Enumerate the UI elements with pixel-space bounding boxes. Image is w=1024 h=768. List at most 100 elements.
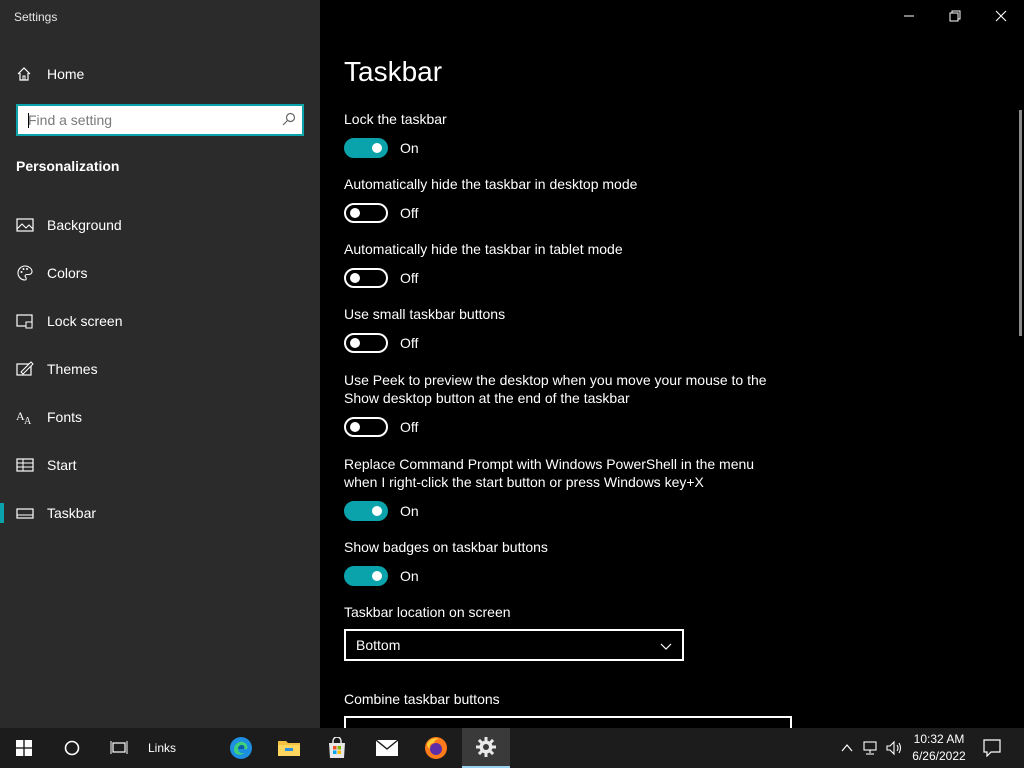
store-icon: [329, 737, 345, 758]
sidebar: Settings Home Personalization Background…: [0, 0, 320, 728]
home-label: Home: [47, 66, 85, 82]
taskbar-icon: [16, 504, 34, 522]
sidebar-item-start[interactable]: Start: [0, 445, 320, 485]
toggle-switch[interactable]: [344, 501, 388, 521]
setting-label: Show badges on taskbar buttons: [344, 539, 548, 555]
store-button[interactable]: [314, 728, 360, 768]
scrollbar[interactable]: [1019, 110, 1022, 336]
links-toolbar[interactable]: Links: [142, 728, 182, 768]
toggle-switch[interactable]: [344, 138, 388, 158]
toggle-state: Off: [400, 270, 419, 286]
lock-screen-icon: [16, 312, 34, 330]
toggle-switch[interactable]: [344, 333, 388, 353]
edge-button[interactable]: [218, 728, 264, 768]
sidebar-item-taskbar[interactable]: Taskbar: [0, 493, 320, 533]
restore-icon: [949, 10, 961, 22]
file-explorer-button[interactable]: [266, 728, 312, 768]
sidebar-item-fonts[interactable]: AA Fonts: [0, 397, 320, 437]
toggle-state: On: [400, 140, 419, 156]
combine-label: Combine taskbar buttons: [344, 691, 500, 707]
lock-taskbar-toggle[interactable]: On: [344, 137, 419, 159]
toggle-switch[interactable]: [344, 566, 388, 586]
setting-label: Use small taskbar buttons: [344, 306, 506, 322]
palette-icon: [16, 264, 34, 282]
chevron-down-icon: [660, 639, 672, 655]
sidebar-item-label: Lock screen: [47, 313, 123, 329]
firefox-button[interactable]: [413, 728, 459, 768]
sidebar-item-themes[interactable]: Themes: [0, 349, 320, 389]
mail-icon: [375, 739, 399, 756]
mail-button[interactable]: [364, 728, 410, 768]
badges-toggle[interactable]: On: [344, 565, 419, 587]
notification-icon: [983, 739, 1001, 757]
close-icon: [995, 10, 1007, 22]
svg-text:A: A: [24, 416, 32, 425]
location-label: Taskbar location on screen: [344, 604, 511, 620]
sidebar-item-lock-screen[interactable]: Lock screen: [0, 301, 320, 341]
peek-toggle[interactable]: Off: [344, 416, 418, 438]
show-hidden-icons-button[interactable]: [836, 728, 858, 768]
firefox-icon: [425, 737, 447, 759]
image-icon: [16, 216, 34, 234]
setting-label: Automatically hide the taskbar in deskto…: [344, 176, 638, 192]
search-icon[interactable]: [282, 112, 296, 131]
toggle-state: Off: [400, 205, 419, 221]
task-view-icon: [110, 741, 128, 754]
toggle-switch[interactable]: [344, 203, 388, 223]
toggle-switch[interactable]: [344, 417, 388, 437]
search-input[interactable]: [18, 106, 278, 134]
sidebar-item-label: Fonts: [47, 409, 83, 425]
section-title: Personalization: [16, 158, 120, 174]
network-icon: [863, 741, 877, 755]
powershell-toggle[interactable]: On: [344, 500, 419, 522]
sidebar-item-label: Background: [47, 217, 122, 233]
taskbar: Links 10:32 AM 6/26/2022: [0, 728, 1024, 768]
sidebar-item-colors[interactable]: Colors: [0, 253, 320, 293]
file-explorer-icon: [278, 741, 300, 756]
minimize-icon: [904, 15, 914, 17]
start-button[interactable]: [0, 728, 48, 768]
location-dropdown[interactable]: Bottom: [344, 629, 684, 661]
volume-button[interactable]: [884, 728, 906, 768]
sidebar-item-background[interactable]: Background: [0, 205, 320, 245]
page-title: Taskbar: [344, 56, 443, 87]
autohide-desktop-toggle[interactable]: Off: [344, 202, 418, 224]
small-buttons-toggle[interactable]: Off: [344, 332, 418, 354]
windows-start-icon: [16, 740, 32, 756]
cortana-button[interactable]: [48, 728, 96, 768]
autohide-tablet-toggle[interactable]: Off: [344, 267, 418, 289]
minimize-button[interactable]: [886, 0, 932, 32]
content-pane: Taskbar Lock the taskbar On Automaticall…: [320, 0, 1024, 728]
setting-label: Automatically hide the taskbar in tablet…: [344, 241, 623, 257]
settings-icon: [476, 737, 496, 757]
restore-button[interactable]: [932, 0, 978, 32]
cortana-icon: [64, 740, 80, 756]
setting-label-line2: when I right-click the start button or p…: [344, 474, 704, 490]
search-box[interactable]: [16, 104, 304, 136]
setting-label-line1: Use Peek to preview the desktop when you…: [344, 372, 767, 388]
toggle-state: On: [400, 568, 419, 584]
setting-label-line2: Show desktop button at the end of the ta…: [344, 390, 630, 406]
home-link[interactable]: Home: [16, 63, 84, 85]
clock-time: 10:32 AM: [913, 732, 965, 746]
start-icon: [16, 456, 34, 474]
toggle-state: Off: [400, 419, 419, 435]
sidebar-item-label: Themes: [47, 361, 98, 377]
clock[interactable]: 10:32 AM 6/26/2022: [908, 731, 970, 765]
volume-icon: [886, 740, 902, 756]
toggle-state: Off: [400, 335, 419, 351]
toggle-switch[interactable]: [344, 268, 388, 288]
themes-icon: [16, 360, 34, 378]
location-value: Bottom: [356, 637, 401, 653]
combine-dropdown[interactable]: [344, 716, 792, 728]
action-center-button[interactable]: [976, 728, 1008, 768]
home-icon: [16, 66, 32, 82]
network-button[interactable]: [860, 728, 882, 768]
sidebar-item-label: Start: [47, 457, 77, 473]
setting-label: Lock the taskbar: [344, 111, 447, 127]
close-button[interactable]: [978, 0, 1024, 32]
settings-button[interactable]: [462, 728, 510, 768]
fonts-icon: AA: [16, 408, 34, 426]
setting-label-line1: Replace Command Prompt with Windows Powe…: [344, 456, 755, 472]
task-view-button[interactable]: [96, 728, 142, 768]
